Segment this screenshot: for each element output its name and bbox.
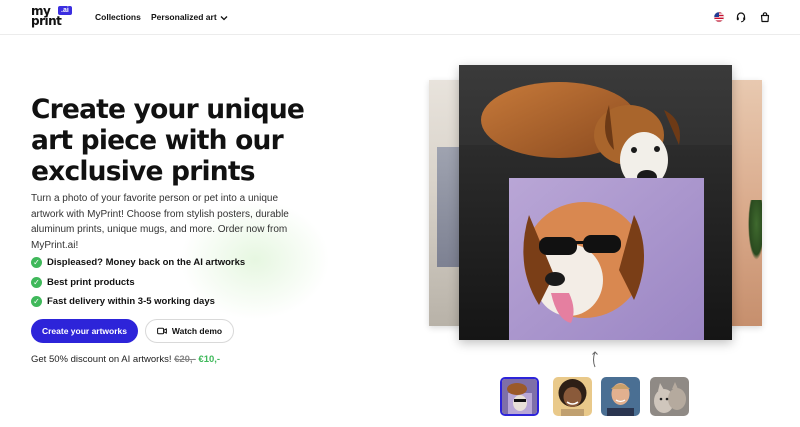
nav-personalized-art[interactable]: Personalized art <box>151 0 228 35</box>
logo-badge: .ai <box>58 6 72 15</box>
logo-line-2: print <box>31 14 62 28</box>
myprint-logo[interactable]: my print .ai <box>31 5 73 30</box>
hero-description: Turn a photo of your favorite person or … <box>31 193 289 251</box>
main-showcase-image <box>459 65 732 340</box>
feature-fast-delivery: ✓ Fast delivery within 3-5 working days <box>31 295 215 307</box>
background-art-left <box>437 147 461 267</box>
nav-personalized-art-label: Personalized art <box>151 12 217 22</box>
check-circle-icon: ✓ <box>31 256 42 268</box>
check-circle-icon: ✓ <box>31 276 42 288</box>
thumbnail-cat[interactable] <box>650 377 689 416</box>
video-camera-icon <box>156 327 167 335</box>
thumbnail-dog[interactable] <box>500 377 539 416</box>
chevron-down-icon <box>220 15 228 21</box>
check-circle-icon: ✓ <box>31 295 42 307</box>
headset-support-icon[interactable] <box>735 11 747 23</box>
feature-label: Displeased? Money back on the AI artwork… <box>47 256 246 268</box>
new-price: €10,- <box>198 354 221 365</box>
feature-label: Fast delivery within 3-5 working days <box>47 295 215 307</box>
shopping-bag-icon[interactable] <box>759 11 771 23</box>
us-flag-icon[interactable] <box>713 11 725 23</box>
discount-note: Get 50% discount on AI artworks! €20,- €… <box>31 354 220 365</box>
girl-thumbnail <box>553 377 592 416</box>
feature-best-print: ✓ Best print products <box>31 276 135 288</box>
site-header: my print .ai Collections Personalized ar… <box>0 0 800 35</box>
plant-image <box>748 200 762 260</box>
arrow-up-icon <box>592 351 598 368</box>
hero-title: Create your unique art piece with our ex… <box>31 94 305 187</box>
dog-with-portrait-image <box>459 65 732 340</box>
feature-money-back: ✓ Displeased? Money back on the AI artwo… <box>31 256 245 268</box>
thumbnail-girl[interactable] <box>553 377 592 416</box>
man-thumbnail <box>601 377 640 416</box>
dog-thumbnail <box>502 379 537 414</box>
watch-demo-button[interactable]: Watch demo <box>145 319 234 343</box>
discount-text: Get 50% discount on AI artworks! <box>31 354 172 365</box>
feature-label: Best print products <box>47 276 135 288</box>
cat-thumbnail <box>650 377 689 416</box>
create-artworks-button[interactable]: Create your artworks <box>31 319 138 343</box>
old-price: €20,- <box>174 354 196 365</box>
thumbnail-man[interactable] <box>601 377 640 416</box>
watch-demo-label: Watch demo <box>171 326 223 336</box>
nav-collections[interactable]: Collections <box>95 0 141 35</box>
